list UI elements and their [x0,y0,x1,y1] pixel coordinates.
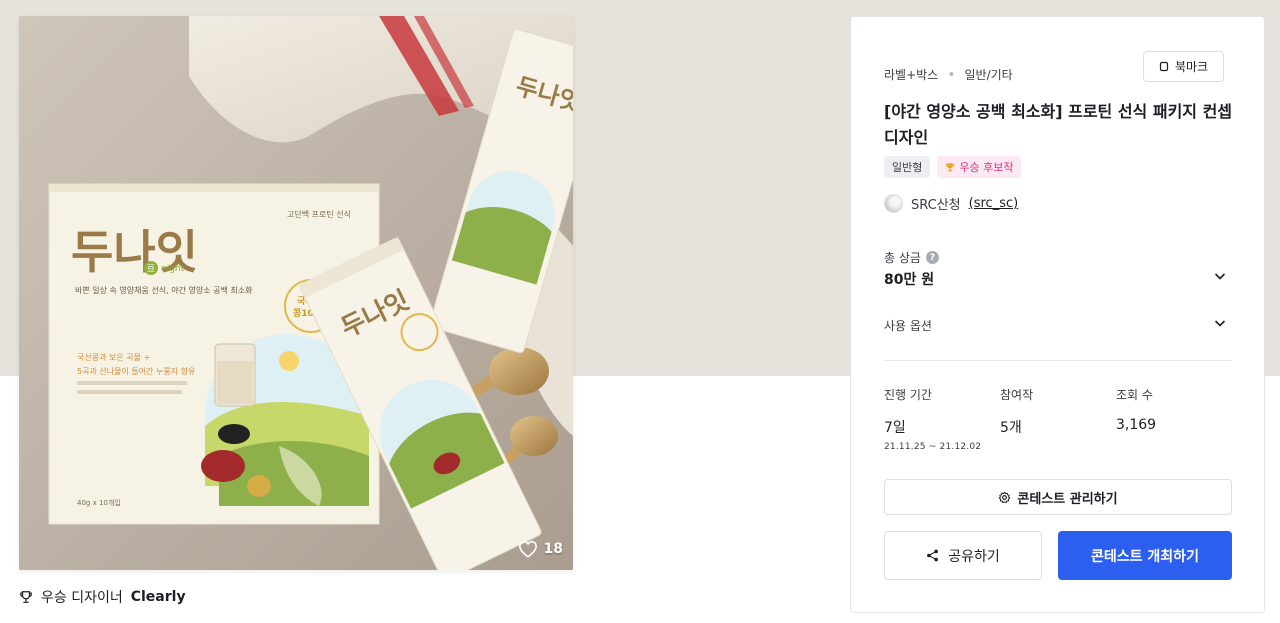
breadcrumb-separator: • [947,66,956,83]
share-button[interactable]: 공유하기 [884,531,1042,580]
tag-type: 일반형 [884,156,931,178]
tag-candidate: 우승 후보작 [937,156,1022,178]
contest-tags: 일반형 우승 후보작 [884,156,1022,178]
avatar [884,194,903,213]
period-label: 진행 기간 [884,388,932,402]
breadcrumb-category[interactable]: 라벨+박스 [884,66,938,83]
options-label[interactable]: 사용 옵션 [884,317,932,334]
winner-label: 우승 디자이너 [41,590,123,606]
bookmark-icon [1159,61,1169,72]
share-icon [927,549,939,562]
tag-candidate-label: 우승 후보작 [959,161,1014,174]
share-label: 공유하기 [948,548,1000,565]
manage-contest-button[interactable]: 콘테스트 관리하기 [884,479,1232,515]
like-count: 18 [543,541,563,557]
contest-info-panel: 라벨+박스 • 일반/기타 북마크 [야간 영양소 공백 최소화] 프로틴 선식… [850,16,1265,613]
breadcrumb-subcategory[interactable]: 일반/기타 [964,66,1012,83]
trophy-icon [20,591,32,603]
like-button[interactable]: 18 [518,540,563,558]
svg-text:40g x 10개입: 40g x 10개입 [77,498,121,507]
svg-text:豆: 豆 [147,264,155,273]
prize-value: 80만 원 [884,272,935,288]
views-value: 3,169 [1116,417,1157,433]
product-photo: 고단백 프로틴 선식 두나잇 豆 night 바쁜 일상 속 영양채움 선식, … [19,16,573,570]
box-top-text: 고단백 프로틴 선식 [287,209,351,219]
svg-text:night: night [161,264,185,274]
stat-period: 진행 기간 7일 21.11.25 ~ 21.12.02 [884,386,981,452]
manage-contest-label: 콘테스트 관리하기 [1017,491,1118,507]
entries-value: 5개 [1000,420,1022,436]
heart-icon [518,540,537,558]
trophy-icon [946,163,955,172]
prize-label: 총 상금 [884,251,921,265]
chevron-down-icon[interactable] [1213,269,1227,283]
help-icon[interactable]: ? [925,251,939,264]
product-box: 고단백 프로틴 선식 두나잇 豆 night 바쁜 일상 속 영양채움 선식, … [48,183,380,525]
breadcrumb: 라벨+박스 • 일반/기타 [884,66,1013,83]
chevron-down-icon[interactable] [1213,316,1227,330]
contest-image[interactable]: 고단백 프로틴 선식 두나잇 豆 night 바쁜 일상 속 영양채움 선식, … [19,16,573,570]
host-id[interactable]: (src_sc) [969,196,1019,211]
svg-text:5곡과 산나물이 들어간 누룽지 향유: 5곡과 산나물이 들어간 누룽지 향유 [77,366,195,376]
winner-name[interactable]: Clearly [131,589,186,605]
stat-views: 조회 수 3,169 [1116,386,1156,433]
prize-label-row: 총 상금 ? [884,249,939,266]
entries-label: 참여작 [1000,388,1034,402]
svg-text:국산콩과 보은 곡물 +: 국산콩과 보은 곡물 + [77,352,150,362]
contest-title: [야간 영양소 공백 최소화] 프로틴 선식 패키지 컨셉디자인 [884,102,1233,147]
host-info[interactable]: SRC산청 (src_sc) [884,194,1018,213]
host-name: SRC산청 [911,198,961,213]
stat-entries: 참여작 5개 [1000,386,1033,437]
period-range: 21.11.25 ~ 21.12.02 [884,442,982,452]
bookmark-label: 북마크 [1174,60,1209,74]
gear-icon [999,491,1011,503]
winner-designer: 우승 디자이너 Clearly [19,587,186,607]
host-contest-button[interactable]: 콘테스트 개최하기 [1058,531,1232,580]
divider [884,360,1232,361]
views-label: 조회 수 [1116,388,1153,402]
bookmark-button[interactable]: 북마크 [1143,51,1224,82]
period-value: 7일 [884,420,906,436]
box-tagline: 바쁜 일상 속 영양채움 선식, 야간 영양소 공백 최소화 [75,285,253,295]
